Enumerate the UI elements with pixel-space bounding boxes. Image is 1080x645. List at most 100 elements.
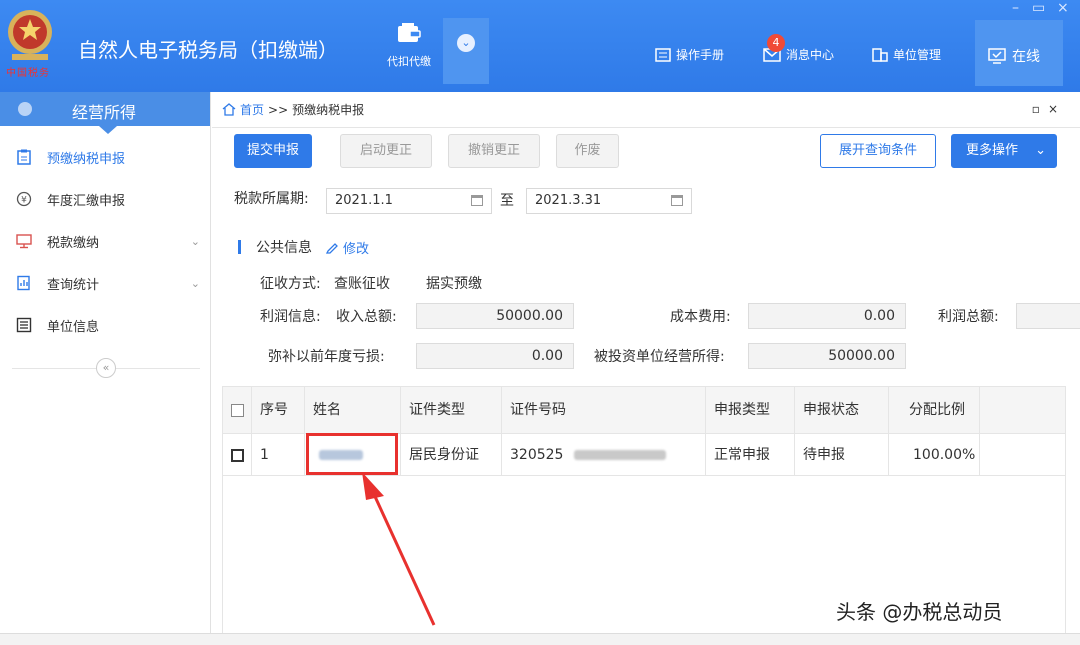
breadcrumb-current: 预缴纳税申报	[292, 103, 365, 117]
chart-doc-icon	[17, 275, 30, 291]
restore-icon[interactable]: ▫	[1032, 102, 1048, 116]
expand-query-button[interactable]: 展开查询条件	[820, 134, 936, 168]
unit-management-button[interactable]: 单位管理	[872, 46, 941, 63]
col-header-id-type: 证件类型	[401, 387, 502, 434]
chevron-down-icon: ⌄	[190, 276, 200, 290]
svg-text:¥: ¥	[21, 196, 27, 206]
sidebar-item-label: 查询统计	[47, 277, 100, 293]
period-end-value: 2021.3.31	[535, 193, 602, 208]
pencil-icon	[326, 242, 338, 254]
online-label: 在线	[1012, 49, 1040, 65]
row-checkbox[interactable]	[231, 448, 244, 462]
cancel-correction-button[interactable]: 撤销更正	[448, 134, 540, 168]
col-header-id-number: 证件号码	[502, 387, 706, 434]
manual-button[interactable]: 操作手册	[655, 46, 724, 63]
action-toolbar: 提交申报 启动更正 撤销更正 作废 展开查询条件 更多操作 ⌄	[212, 128, 1080, 176]
main-panel: 首页 >> 预缴纳税申报 ▫× 提交申报 启动更正 撤销更正 作废 展开查询条件…	[212, 92, 1080, 645]
close-icon[interactable]: ×	[1048, 102, 1066, 116]
col-header-index: 序号	[252, 387, 305, 434]
list-icon	[16, 317, 32, 333]
app-title: 自然人电子税务局（扣缴端）	[78, 38, 338, 62]
profit-total-field	[1016, 303, 1080, 329]
row-select-cell[interactable]	[223, 434, 252, 476]
cell-ratio: 100.00%	[889, 434, 980, 476]
status-bar	[0, 633, 1080, 645]
cost-label: 成本费用:	[670, 309, 731, 325]
close-icon[interactable]: ×	[1057, 0, 1069, 16]
more-ops-label: 更多操作	[966, 143, 1019, 158]
edit-label: 修改	[343, 241, 370, 257]
collapse-sidebar-icon[interactable]: «	[96, 358, 116, 378]
manual-label: 操作手册	[676, 48, 725, 62]
home-icon	[222, 103, 236, 116]
more-operations-button[interactable]: 更多操作 ⌄	[951, 134, 1057, 168]
panel-window-controls[interactable]: ▫×	[1032, 102, 1066, 116]
col-header-ratio: 分配比例	[889, 387, 980, 434]
coin-icon	[18, 102, 32, 116]
breadcrumb-separator: >>	[268, 102, 289, 117]
breadcrumb-home-label: 首页	[240, 103, 265, 117]
breadcrumb: 首页 >> 预缴纳税申报 ▫×	[212, 92, 1080, 128]
annotation-highlight-box	[306, 433, 398, 475]
loss-offset-field: 0.00	[416, 343, 574, 369]
redacted-id-number	[573, 450, 666, 460]
calendar-icon[interactable]	[671, 195, 683, 206]
select-all-checkbox[interactable]	[231, 403, 244, 417]
withhold-label: 代扣代缴	[387, 55, 431, 68]
monitor-check-icon	[988, 48, 1006, 64]
sidebar-item-tax-payment[interactable]: 税款缴纳 ⌄	[0, 222, 210, 260]
col-header-decl-status: 申报状态	[795, 387, 889, 434]
message-count-badge: 4	[767, 34, 785, 52]
invested-income-label: 被投资单位经营所得:	[594, 349, 725, 365]
sidebar-item-prepay-declaration[interactable]: 预缴纳税申报	[0, 138, 210, 176]
withhold-button[interactable]: 代扣代缴	[378, 18, 440, 84]
cell-id-number: 320525	[502, 434, 706, 476]
sidebar-item-label: 预缴纳税申报	[47, 151, 126, 167]
collection-method-value: 查账征收	[334, 276, 390, 292]
messages-label: 消息中心	[786, 48, 835, 62]
section-marker	[238, 240, 241, 254]
cost-field: 0.00	[748, 303, 906, 329]
sidebar-item-label: 单位信息	[47, 319, 100, 335]
sidebar: 经营所得 预缴纳税申报 ¥ 年度汇缴申报 税款缴纳 ⌄ 查询统计 ⌄ 单位信息 …	[0, 92, 211, 645]
table-header: 序号 姓名 证件类型 证件号码 申报类型 申报状态 分配比例	[223, 387, 1065, 434]
period-label: 税款所属期:	[234, 191, 309, 207]
period-to-label: 至	[500, 193, 514, 209]
maximize-icon[interactable]: ▭	[1032, 0, 1045, 16]
period-end-date[interactable]: 2021.3.31	[526, 188, 692, 214]
wallet-icon	[398, 23, 421, 42]
chevron-down-icon: ⌄	[457, 34, 475, 52]
void-button[interactable]: 作废	[556, 134, 619, 168]
breadcrumb-home[interactable]: 首页	[222, 101, 264, 118]
sidebar-item-query-stats[interactable]: 查询统计 ⌄	[0, 264, 210, 302]
cell-decl-type: 正常申报	[706, 434, 795, 476]
manual-icon	[655, 47, 671, 62]
annotation-arrow	[362, 472, 436, 626]
module-dropdown[interactable]: ⌄	[443, 18, 489, 84]
emblem-text: 中国税务	[6, 68, 50, 79]
coin-icon: ¥	[16, 191, 32, 207]
public-info-section: 公共信息 修改	[238, 237, 369, 257]
loss-offset-label: 弥补以前年度亏损:	[268, 349, 385, 365]
submit-declaration-button[interactable]: 提交申报	[234, 134, 312, 168]
monitor-icon	[16, 234, 32, 249]
sidebar-header[interactable]: 经营所得	[0, 92, 210, 126]
online-status-button[interactable]: 在线	[975, 20, 1063, 86]
title-bar: 中国税务 自然人电子税务局（扣缴端） 代扣代缴 ⌄ 操作手册 消息中心 4 单位…	[0, 0, 1080, 92]
sidebar-item-annual-settlement[interactable]: ¥ 年度汇缴申报	[0, 180, 210, 218]
profit-total-label: 利润总额:	[938, 309, 999, 325]
cell-decl-status: 待申报	[795, 434, 889, 476]
watermark: 头条 @办税总动员	[836, 600, 1003, 624]
col-header-name: 姓名	[305, 387, 401, 434]
sidebar-notch	[99, 126, 117, 134]
select-all-cell[interactable]	[223, 387, 252, 434]
invested-income-field: 50000.00	[748, 343, 906, 369]
start-correction-button[interactable]: 启动更正	[340, 134, 432, 168]
minimize-icon[interactable]: –	[1012, 0, 1019, 16]
col-header-decl-type: 申报类型	[706, 387, 795, 434]
calendar-icon[interactable]	[471, 195, 483, 206]
edit-link[interactable]: 修改	[326, 238, 369, 257]
chevron-down-icon: ⌄	[1035, 143, 1046, 158]
sidebar-item-unit-info[interactable]: 单位信息	[0, 306, 210, 344]
period-start-date[interactable]: 2021.1.1	[326, 188, 492, 214]
